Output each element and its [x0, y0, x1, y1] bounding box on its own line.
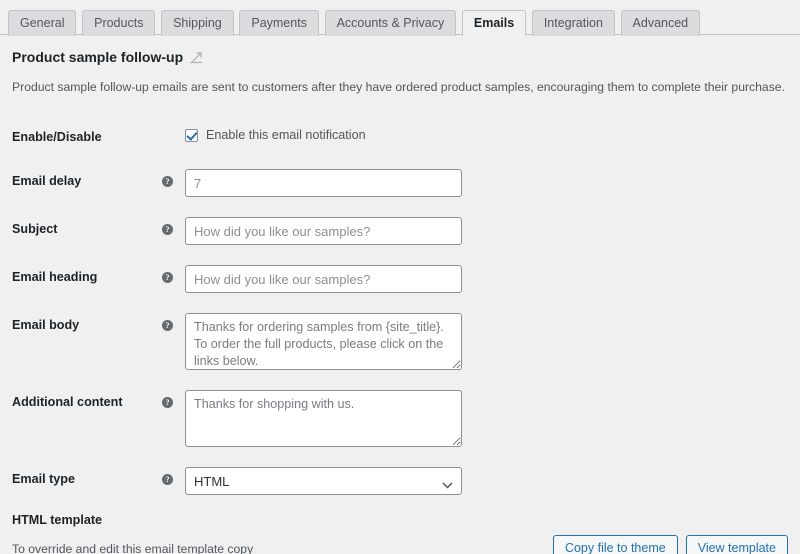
page-title: Product sample follow-up [12, 48, 788, 66]
html-template-description: To override and edit this email template… [12, 539, 602, 554]
tab-shipping[interactable]: Shipping [161, 10, 234, 36]
email-type-select[interactable]: HTML [185, 467, 462, 495]
help-circle-icon-email-heading[interactable]: ? [162, 272, 173, 283]
tab-accounts-privacy[interactable]: Accounts & Privacy [324, 10, 457, 36]
settings-page: Product sample follow-up Product sample … [0, 48, 800, 554]
settings-tab-bar: General Products Shipping Payments Accou… [0, 0, 800, 36]
email-heading-input[interactable] [185, 265, 462, 293]
label-subject: Subject [12, 222, 58, 236]
row-subject: Subject ? [12, 207, 788, 255]
view-template-button[interactable]: View template [685, 535, 788, 554]
additional-content-textarea[interactable] [185, 390, 462, 447]
tab-emails[interactable]: Emails [461, 10, 527, 36]
label-enable-disable: Enable/Disable [12, 130, 102, 144]
html-template-text-before: To override and edit this email template… [12, 542, 254, 554]
html-template-buttons: Copy file to theme View template [552, 535, 788, 554]
tab-products[interactable]: Products [82, 10, 156, 36]
label-email-delay: Email delay [12, 174, 82, 188]
tab-payments[interactable]: Payments [239, 10, 319, 36]
tab-advanced[interactable]: Advanced [620, 10, 701, 36]
email-settings-form: Enable/Disable Enable this email notific… [12, 115, 788, 505]
email-delay-input[interactable] [185, 169, 462, 197]
help-circle-icon-email-body[interactable]: ? [162, 320, 173, 331]
help-circle-icon-additional-content[interactable]: ? [162, 397, 173, 408]
help-circle-icon-email-delay[interactable]: ? [162, 176, 173, 187]
email-body-textarea[interactable] [185, 313, 462, 370]
html-template-title: HTML template [12, 513, 103, 527]
email-type-select-wrap: HTML [185, 467, 462, 495]
help-circle-icon-email-type[interactable]: ? [162, 474, 173, 485]
row-email-heading: Email heading ? [12, 255, 788, 303]
help-spacer [162, 132, 173, 143]
label-email-body: Email body [12, 318, 80, 332]
row-email-type: Email type ? HTML [12, 457, 788, 505]
copy-file-to-theme-button[interactable]: Copy file to theme [552, 535, 678, 554]
label-email-type: Email type [12, 472, 75, 486]
tab-integration[interactable]: Integration [531, 10, 615, 36]
row-enable-disable: Enable/Disable Enable this email notific… [12, 115, 788, 159]
tab-general[interactable]: General [8, 10, 77, 36]
subject-input[interactable] [185, 217, 462, 245]
help-circle-icon-subject[interactable]: ? [162, 224, 173, 235]
row-email-delay: Email delay ? [12, 159, 788, 207]
row-additional-content: Additional content ? [12, 380, 788, 457]
external-link-icon[interactable] [190, 51, 203, 64]
enable-email-checkbox-row[interactable]: Enable this email notification [185, 125, 366, 142]
label-additional-content: Additional content [12, 395, 123, 409]
enable-email-checkbox[interactable] [185, 128, 198, 142]
enable-email-checkbox-label[interactable]: Enable this email notification [206, 128, 366, 142]
row-email-body: Email body ? [12, 303, 788, 380]
page-description: Product sample follow-up emails are sent… [12, 80, 785, 94]
html-template-section: HTML template To override and edit this … [12, 513, 788, 554]
label-email-heading: Email heading [12, 270, 98, 284]
page-title-text: Product sample follow-up [12, 49, 184, 65]
